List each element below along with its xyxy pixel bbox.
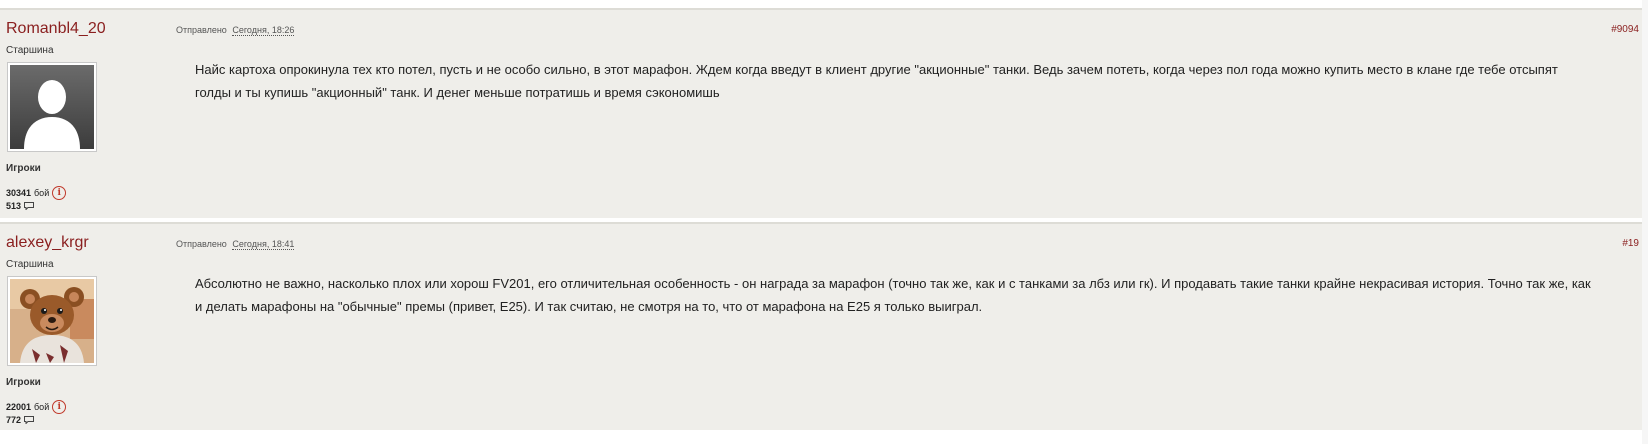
avatar[interactable] — [7, 62, 97, 152]
post-meta: Отправлено Сегодня, 18:26 — [176, 25, 295, 36]
battles-count: 22001 — [6, 402, 32, 412]
post-date: Сегодня, 18:41 — [232, 239, 295, 250]
messages-count: 513 — [6, 201, 22, 211]
forum-thread: Romanbl4_20 Старшина Игроки 30341 бой i … — [0, 0, 1648, 444]
post-content: Абсолютно не важно, насколько плох или х… — [195, 276, 1591, 314]
post-number-link[interactable]: #19 — [1622, 238, 1639, 249]
post-content: Найс картоха опрокинула тех кто потел, п… — [195, 62, 1558, 100]
info-icon[interactable]: i — [52, 186, 67, 200]
battles-label: бой — [34, 188, 50, 198]
battles-label: бой — [34, 402, 50, 412]
post-number-link[interactable]: #9094 — [1611, 24, 1639, 35]
default-avatar-icon — [10, 65, 94, 149]
author-messages: 513 — [6, 201, 35, 211]
comment-icon — [24, 416, 35, 424]
comment-icon — [24, 202, 35, 210]
post-meta: Отправлено Сегодня, 18:41 — [176, 239, 295, 250]
avatar[interactable] — [7, 276, 97, 366]
author-rank: Старшина — [6, 45, 54, 56]
info-icon[interactable]: i — [52, 400, 67, 414]
author-messages: 772 — [6, 415, 35, 425]
battles-count: 30341 — [6, 188, 32, 198]
puppet-avatar-icon — [10, 279, 94, 363]
messages-count: 772 — [6, 415, 22, 425]
post-author-panel: Romanbl4_20 Старшина Игроки 30341 бой i … — [0, 10, 160, 218]
sent-label: Отправлено — [176, 239, 227, 249]
author-battles: 30341 бой i — [6, 186, 67, 200]
post-date: Сегодня, 18:26 — [232, 25, 295, 36]
author-username-link[interactable]: Romanbl4_20 — [6, 20, 106, 38]
author-group: Игроки — [6, 377, 41, 388]
author-rank: Старшина — [6, 259, 54, 270]
forum-post: Romanbl4_20 Старшина Игроки 30341 бой i … — [0, 8, 1648, 218]
post-author-panel: alexey_krgr Старшина Игроки 22001 бой i … — [0, 224, 160, 430]
forum-post: alexey_krgr Старшина Игроки 22001 бой i … — [0, 222, 1648, 430]
author-group: Игроки — [6, 163, 41, 174]
author-username-link[interactable]: alexey_krgr — [6, 234, 89, 252]
sent-label: Отправлено — [176, 25, 227, 35]
author-battles: 22001 бой i — [6, 400, 67, 414]
page-scrollbar-edge[interactable] — [1642, 0, 1648, 444]
